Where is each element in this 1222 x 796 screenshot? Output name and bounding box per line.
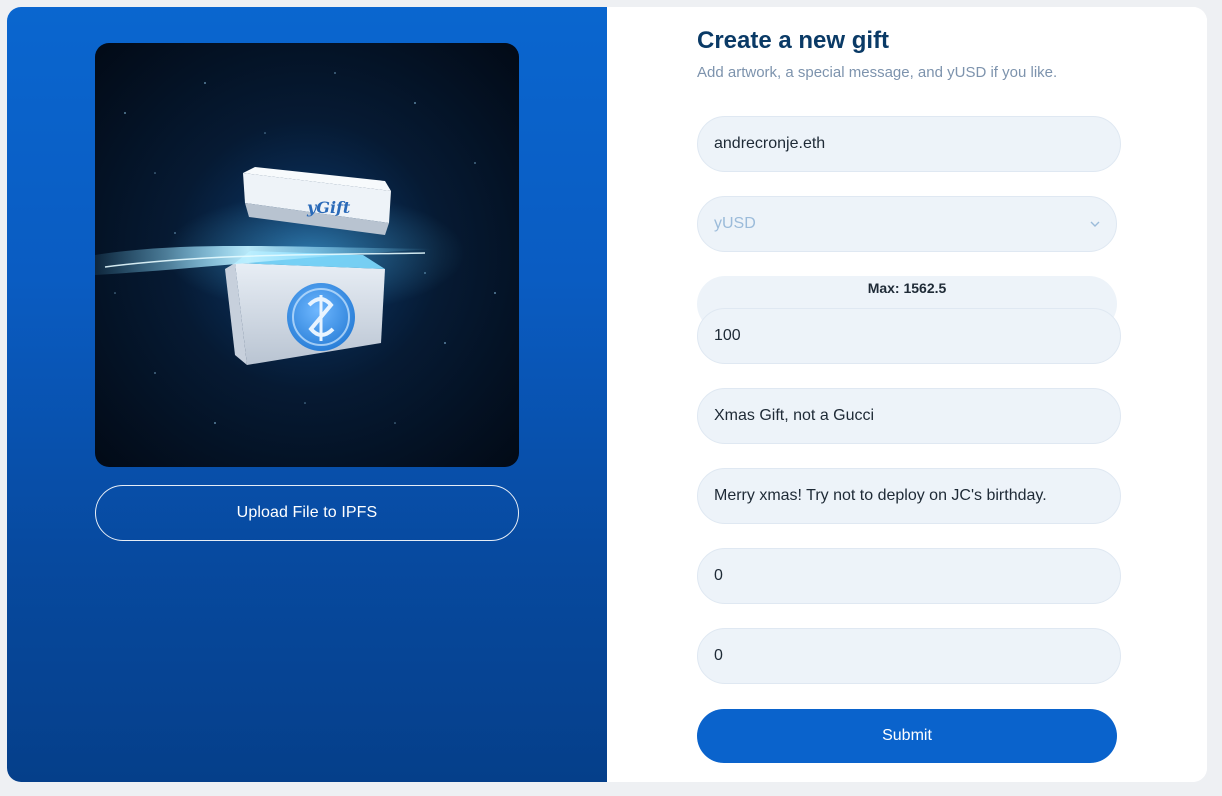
gift-form-panel: Create a new gift Add artwork, a special… xyxy=(607,7,1207,782)
submit-button-label: Submit xyxy=(882,727,932,744)
upload-button-label: Upload File to IPFS xyxy=(236,504,378,521)
max-balance-label: Max: 1562.5 xyxy=(867,280,947,296)
gift-name-input[interactable] xyxy=(697,388,1121,444)
submit-button[interactable]: Submit xyxy=(697,709,1117,763)
create-gift-modal: yGift Upload File to IPFS Create a new g… xyxy=(7,7,1207,782)
gift-artwork-preview: yGift xyxy=(95,43,519,467)
box-lid-text: yGift xyxy=(306,198,351,217)
token-select-value: yUSD xyxy=(714,215,756,232)
recipient-input[interactable] xyxy=(697,116,1121,172)
chevron-down-icon xyxy=(1090,221,1100,227)
form-title: Create a new gift xyxy=(697,27,890,54)
gift-box-illustration: yGift xyxy=(95,72,496,424)
message-input[interactable] xyxy=(697,468,1121,524)
upload-to-ipfs-button[interactable]: Upload File to IPFS xyxy=(95,485,519,541)
amount-input[interactable] xyxy=(697,308,1121,364)
numeric-input-1[interactable] xyxy=(697,548,1121,604)
token-select[interactable]: yUSD xyxy=(697,196,1117,252)
form-subtitle: Add artwork, a special message, and yUSD… xyxy=(697,64,1058,81)
numeric-input-2[interactable] xyxy=(697,628,1121,684)
artwork-panel: yGift Upload File to IPFS xyxy=(7,7,607,782)
